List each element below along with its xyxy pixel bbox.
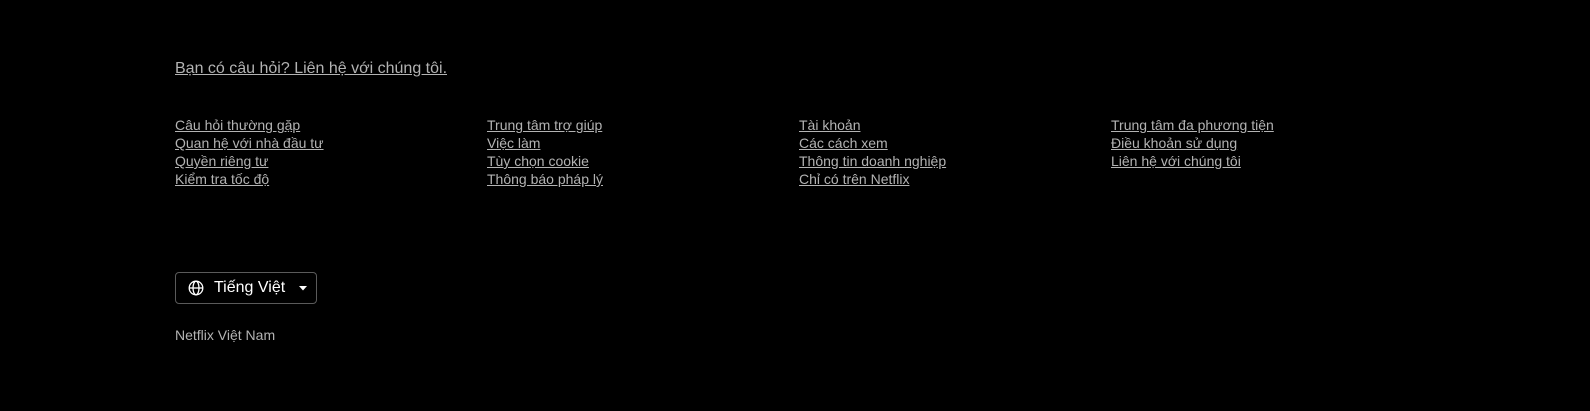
footer-links-column-3: Tài khoản Các cách xem Thông tin doanh n… [799, 116, 1111, 187]
footer-link-cookie-preferences[interactable]: Tùy chọn cookie [487, 152, 799, 170]
footer-links-column-4: Trung tâm đa phương tiện Điều khoản sử d… [1111, 116, 1423, 169]
footer-link-contact-us[interactable]: Liên hệ với chúng tôi [1111, 152, 1423, 170]
country-label: Netflix Việt Nam [175, 327, 276, 343]
footer-link-only-on-netflix[interactable]: Chỉ có trên Netflix [799, 170, 1111, 188]
footer-link-help-center[interactable]: Trung tâm trợ giúp [487, 116, 799, 134]
globe-icon [188, 280, 204, 296]
footer-link-investor-relations[interactable]: Quan hệ với nhà đầu tư [175, 134, 487, 152]
footer-link-terms-of-use[interactable]: Điều khoản sử dụng [1111, 134, 1423, 152]
footer-links-column-1: Câu hỏi thường gặp Quan hệ với nhà đầu t… [175, 116, 487, 187]
footer-link-corporate-information[interactable]: Thông tin doanh nghiệp [799, 152, 1111, 170]
footer-link-legal-notices[interactable]: Thông báo pháp lý [487, 170, 799, 188]
footer-link-faq[interactable]: Câu hỏi thường gặp [175, 116, 487, 134]
site-footer: Bạn có câu hỏi? Liên hệ với chúng tôi. C… [175, 0, 1423, 411]
caret-down-icon [297, 282, 309, 294]
footer-link-jobs[interactable]: Việc làm [487, 134, 799, 152]
language-selector-value: Tiếng Việt [214, 279, 286, 296]
footer-links-grid: Câu hỏi thường gặp Quan hệ với nhà đầu t… [175, 116, 1423, 187]
footer-link-speed-test[interactable]: Kiểm tra tốc độ [175, 170, 487, 188]
footer-link-account[interactable]: Tài khoản [799, 116, 1111, 134]
footer-link-media-center[interactable]: Trung tâm đa phương tiện [1111, 116, 1423, 134]
contact-us-link[interactable]: Bạn có câu hỏi? Liên hệ với chúng tôi. [175, 60, 447, 78]
footer-link-ways-to-watch[interactable]: Các cách xem [799, 134, 1111, 152]
language-selector[interactable]: Tiếng Việt [175, 272, 317, 304]
footer-link-privacy[interactable]: Quyền riêng tư [175, 152, 487, 170]
footer-links-column-2: Trung tâm trợ giúp Việc làm Tùy chọn coo… [487, 116, 799, 187]
